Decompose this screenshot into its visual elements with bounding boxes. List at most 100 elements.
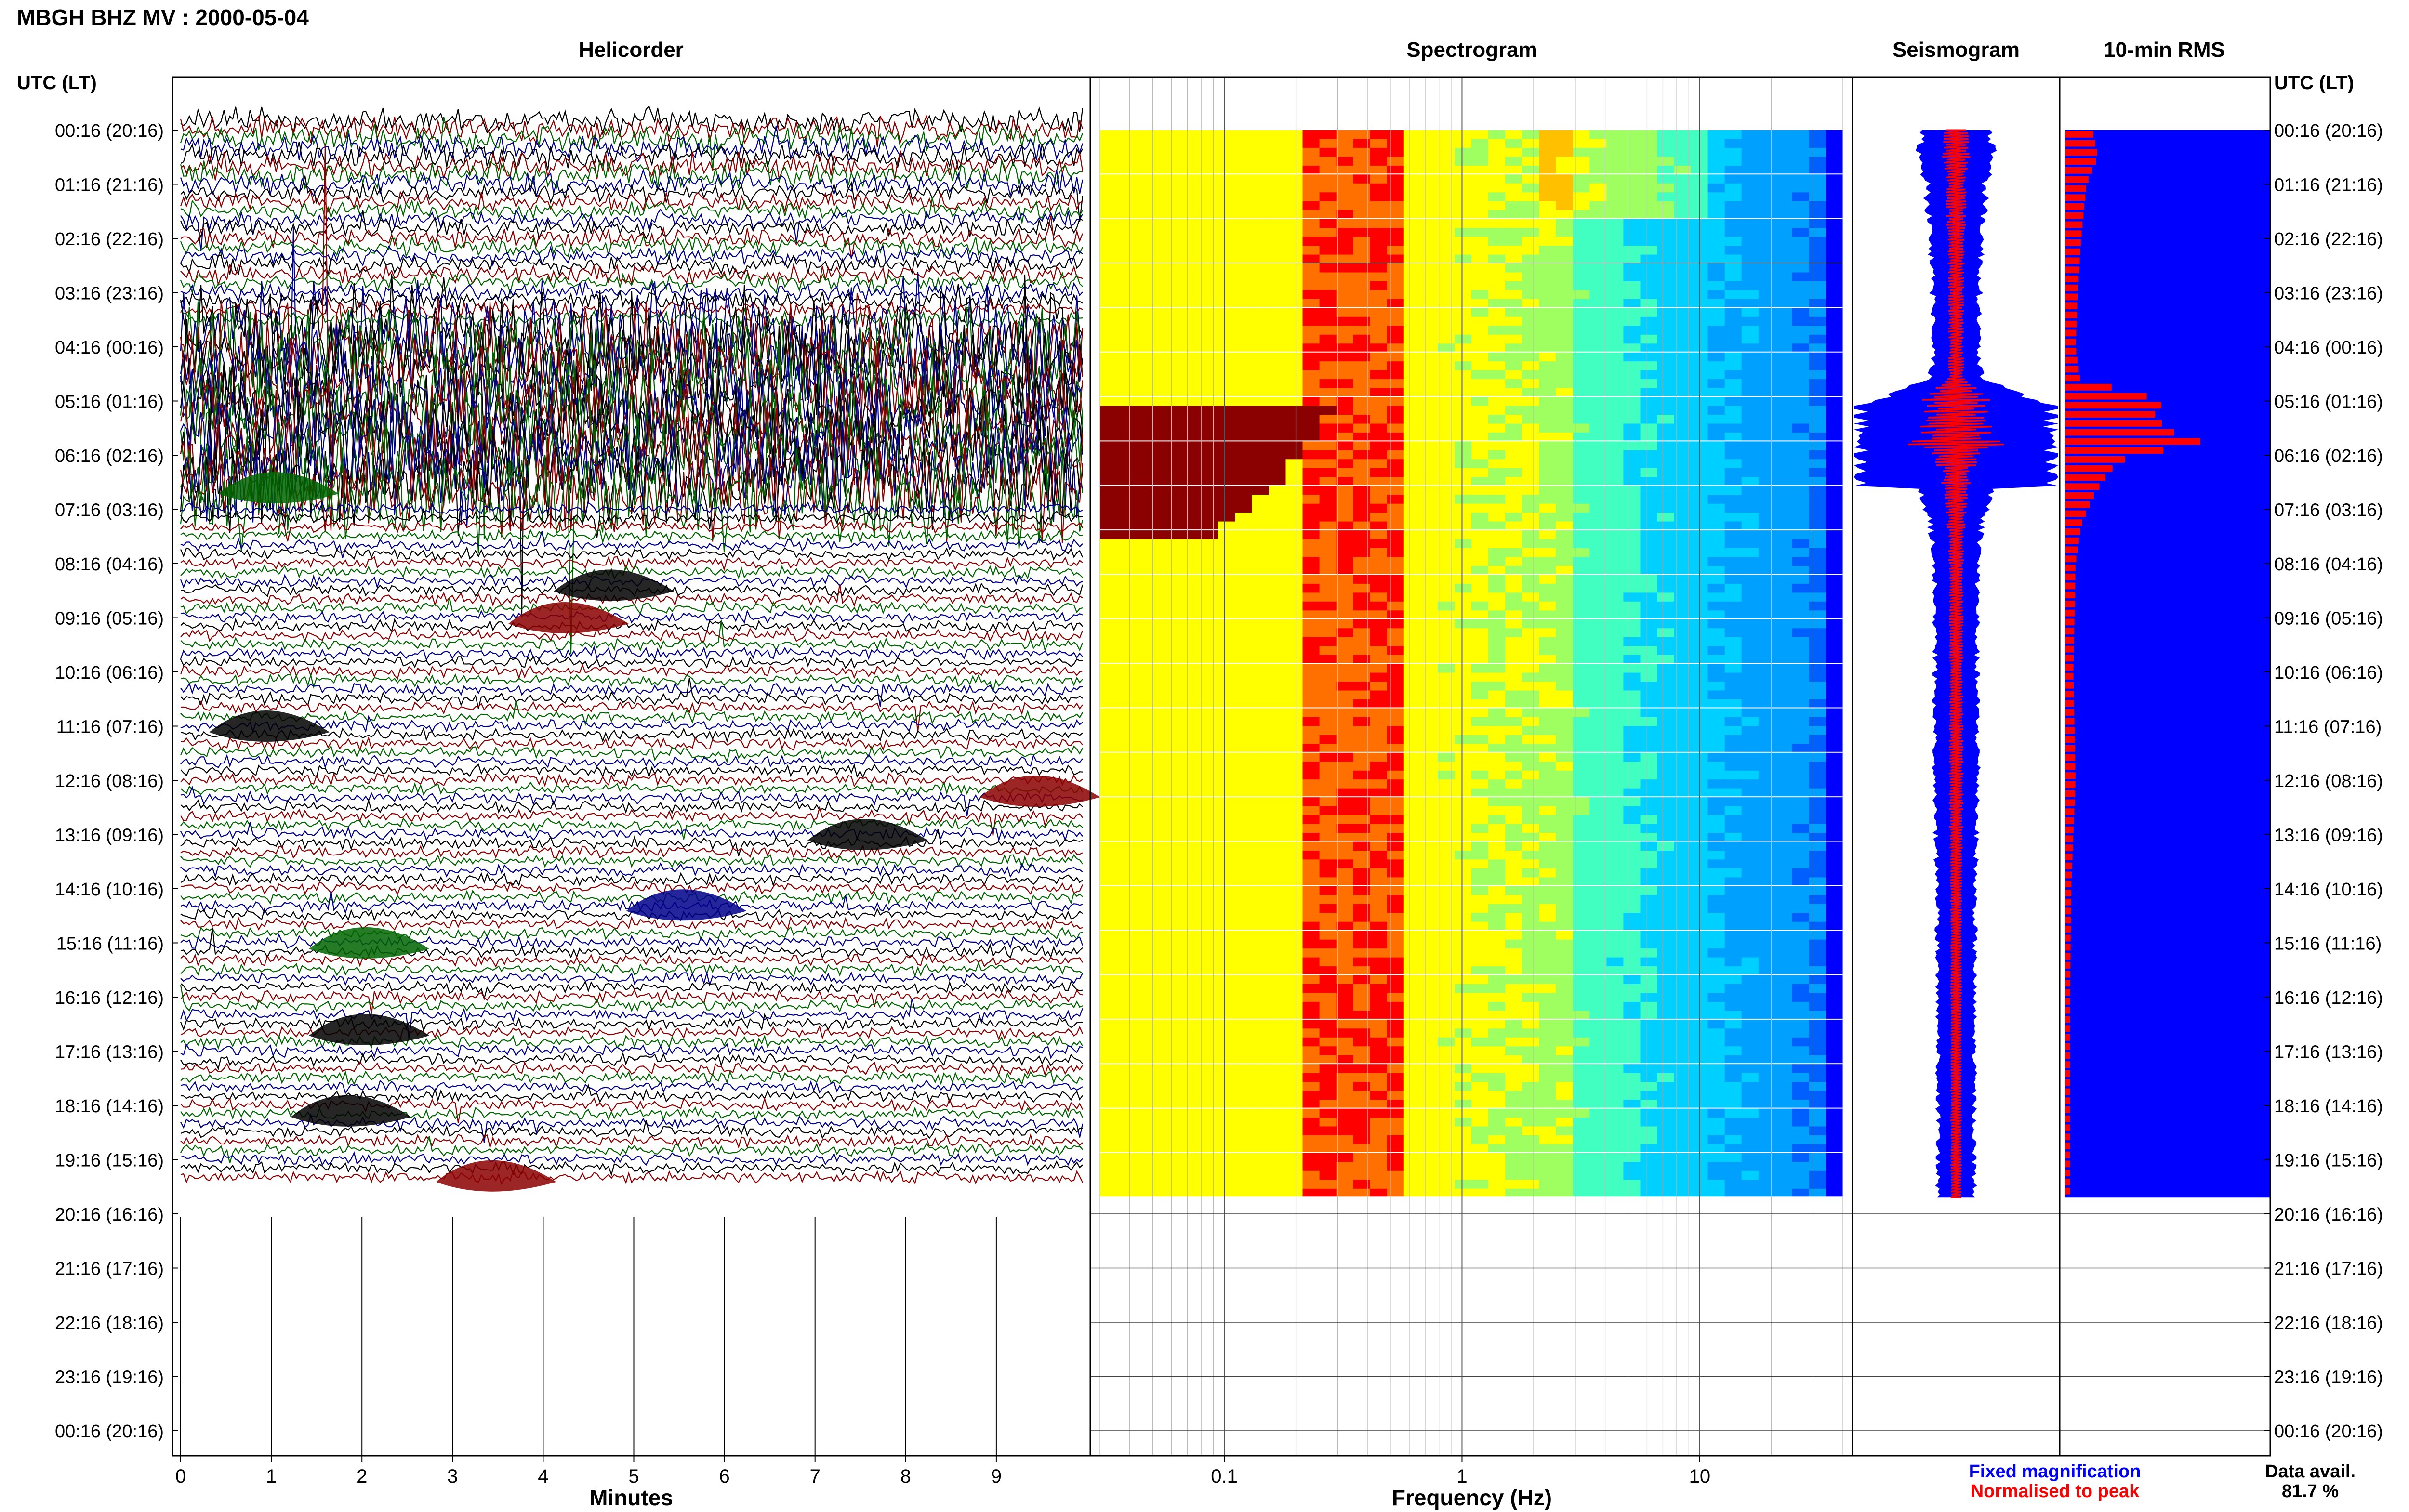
spectrogram-cell	[1556, 299, 1573, 308]
spectrogram-cell	[1319, 851, 1337, 860]
spectrogram-cell	[1657, 183, 1675, 193]
spectrogram-cell	[1455, 272, 1472, 282]
spectrogram-cell	[1809, 290, 1827, 300]
spectrogram-cell	[1488, 601, 1506, 611]
spectrogram-cell	[1184, 183, 1202, 193]
spectrogram-cell	[1437, 415, 1455, 424]
spectrogram-cell	[1117, 797, 1134, 807]
spectrogram-cell	[1336, 655, 1354, 664]
spectrogram-cell	[1353, 726, 1371, 736]
spectrogram-cell	[1235, 824, 1253, 833]
spectrogram-cell	[1741, 984, 1759, 994]
spectrogram-cell	[1657, 290, 1675, 300]
spectrogram-cell	[1319, 343, 1337, 353]
spectrogram-cell	[1285, 343, 1303, 353]
spectrogram-cell	[1539, 201, 1556, 210]
spectrogram-cell	[1707, 450, 1725, 460]
spectrogram-cell	[1336, 762, 1354, 771]
spectrogram-cell	[1387, 441, 1404, 451]
spectrogram-cell	[1505, 281, 1522, 291]
spectrogram-cell	[1826, 415, 1843, 424]
spectrogram-cell	[1556, 486, 1573, 495]
spectrogram-cell	[1285, 833, 1303, 842]
spectrogram-cell	[1285, 1055, 1303, 1065]
spectrogram-cell	[1235, 682, 1253, 691]
spectrogram-cell	[1167, 770, 1185, 780]
spectrogram-cell	[1809, 1037, 1827, 1047]
spectrogram-cell	[1134, 513, 1151, 522]
spectrogram-cell	[1319, 361, 1337, 371]
spectrogram-cell	[1100, 370, 1117, 380]
spectrogram-cell	[1235, 388, 1253, 397]
spectrogram-cell	[1505, 744, 1522, 753]
spectrogram-cell	[1235, 316, 1253, 326]
spectrogram-cell	[1252, 752, 1270, 762]
spectrogram-cell	[1809, 299, 1827, 308]
spectrogram-cell	[1252, 210, 1270, 220]
spectrogram-cell	[1505, 157, 1522, 166]
spectrogram-cell	[1724, 157, 1742, 166]
spectrogram-cell	[1134, 281, 1151, 291]
spectrogram-cell	[1302, 726, 1320, 736]
spectrogram-cell	[1117, 415, 1134, 424]
spectrogram-cell	[1589, 859, 1607, 869]
spectrogram-cell	[1370, 254, 1388, 264]
spectrogram-cell	[1370, 610, 1388, 620]
spectrogram-cell	[1792, 779, 1810, 789]
spectrogram-cell	[1167, 343, 1185, 353]
spectrogram-cell	[1370, 752, 1388, 762]
spectrogram-cell	[1285, 415, 1303, 424]
spectrogram-cell	[1184, 966, 1202, 976]
spectrogram-cell	[1167, 762, 1185, 771]
spectrogram-cell	[1606, 886, 1624, 895]
spectrogram-cell	[1387, 1001, 1404, 1011]
spectrogram-cell	[1488, 1091, 1506, 1100]
spectrogram-cell	[1151, 717, 1168, 726]
spectrogram-cell	[1775, 975, 1793, 985]
spectrogram-cell	[1606, 646, 1624, 656]
spectrogram-cell	[1589, 931, 1607, 940]
spectrogram-cell	[1151, 1118, 1168, 1127]
spectrogram-cell	[1184, 1118, 1202, 1127]
spectrogram-cell	[1556, 770, 1573, 780]
spectrogram-cell	[1252, 1001, 1270, 1011]
spectrogram-cell	[1505, 1100, 1522, 1109]
spectrogram-cell	[1758, 272, 1776, 282]
spectrogram-cell	[1353, 948, 1371, 958]
spectrogram-cell	[1488, 477, 1506, 486]
spectrogram-cell	[1606, 895, 1624, 905]
spectrogram-cell	[1269, 1091, 1286, 1100]
spectrogram-cell	[1353, 1108, 1371, 1118]
spectrogram-cell	[1252, 246, 1270, 255]
spectrogram-cell	[1522, 921, 1539, 931]
spectrogram-cell	[1539, 415, 1556, 424]
spectrogram-cell	[1201, 1028, 1219, 1038]
spectrogram-cell	[1269, 744, 1286, 753]
spectrogram-cell	[1640, 566, 1658, 576]
spectrogram-cell	[1285, 299, 1303, 308]
spectrogram-cell	[1707, 388, 1725, 397]
spectrogram-cell	[1117, 423, 1134, 433]
spectrogram-cell	[1167, 477, 1185, 486]
spectrogram-cell	[1471, 139, 1489, 148]
spectrogram-cell	[1319, 379, 1337, 389]
spectrogram-cell	[1437, 788, 1455, 798]
spectrogram-cell	[1100, 1108, 1117, 1118]
spectrogram-cell	[1218, 939, 1236, 949]
spectrogram-cell	[1775, 752, 1793, 762]
spectrogram-cell	[1707, 326, 1725, 335]
spectrogram-cell	[1792, 379, 1810, 389]
spectrogram-cell	[1387, 815, 1404, 825]
spectrogram-cell	[1201, 326, 1219, 335]
spectrogram-cell	[1420, 530, 1438, 540]
spectrogram-cell	[1455, 824, 1472, 833]
spectrogram-cell	[1792, 228, 1810, 237]
spectrogram-cell	[1100, 326, 1117, 335]
spectrogram-cell	[1724, 468, 1742, 477]
spectrogram-cell	[1285, 468, 1303, 477]
spectrogram-cell	[1420, 752, 1438, 762]
spectrogram-cell	[1539, 441, 1556, 451]
spectrogram-cell	[1455, 628, 1472, 638]
spectrogram-cell	[1826, 165, 1843, 175]
spectrogram-cell	[1184, 931, 1202, 940]
